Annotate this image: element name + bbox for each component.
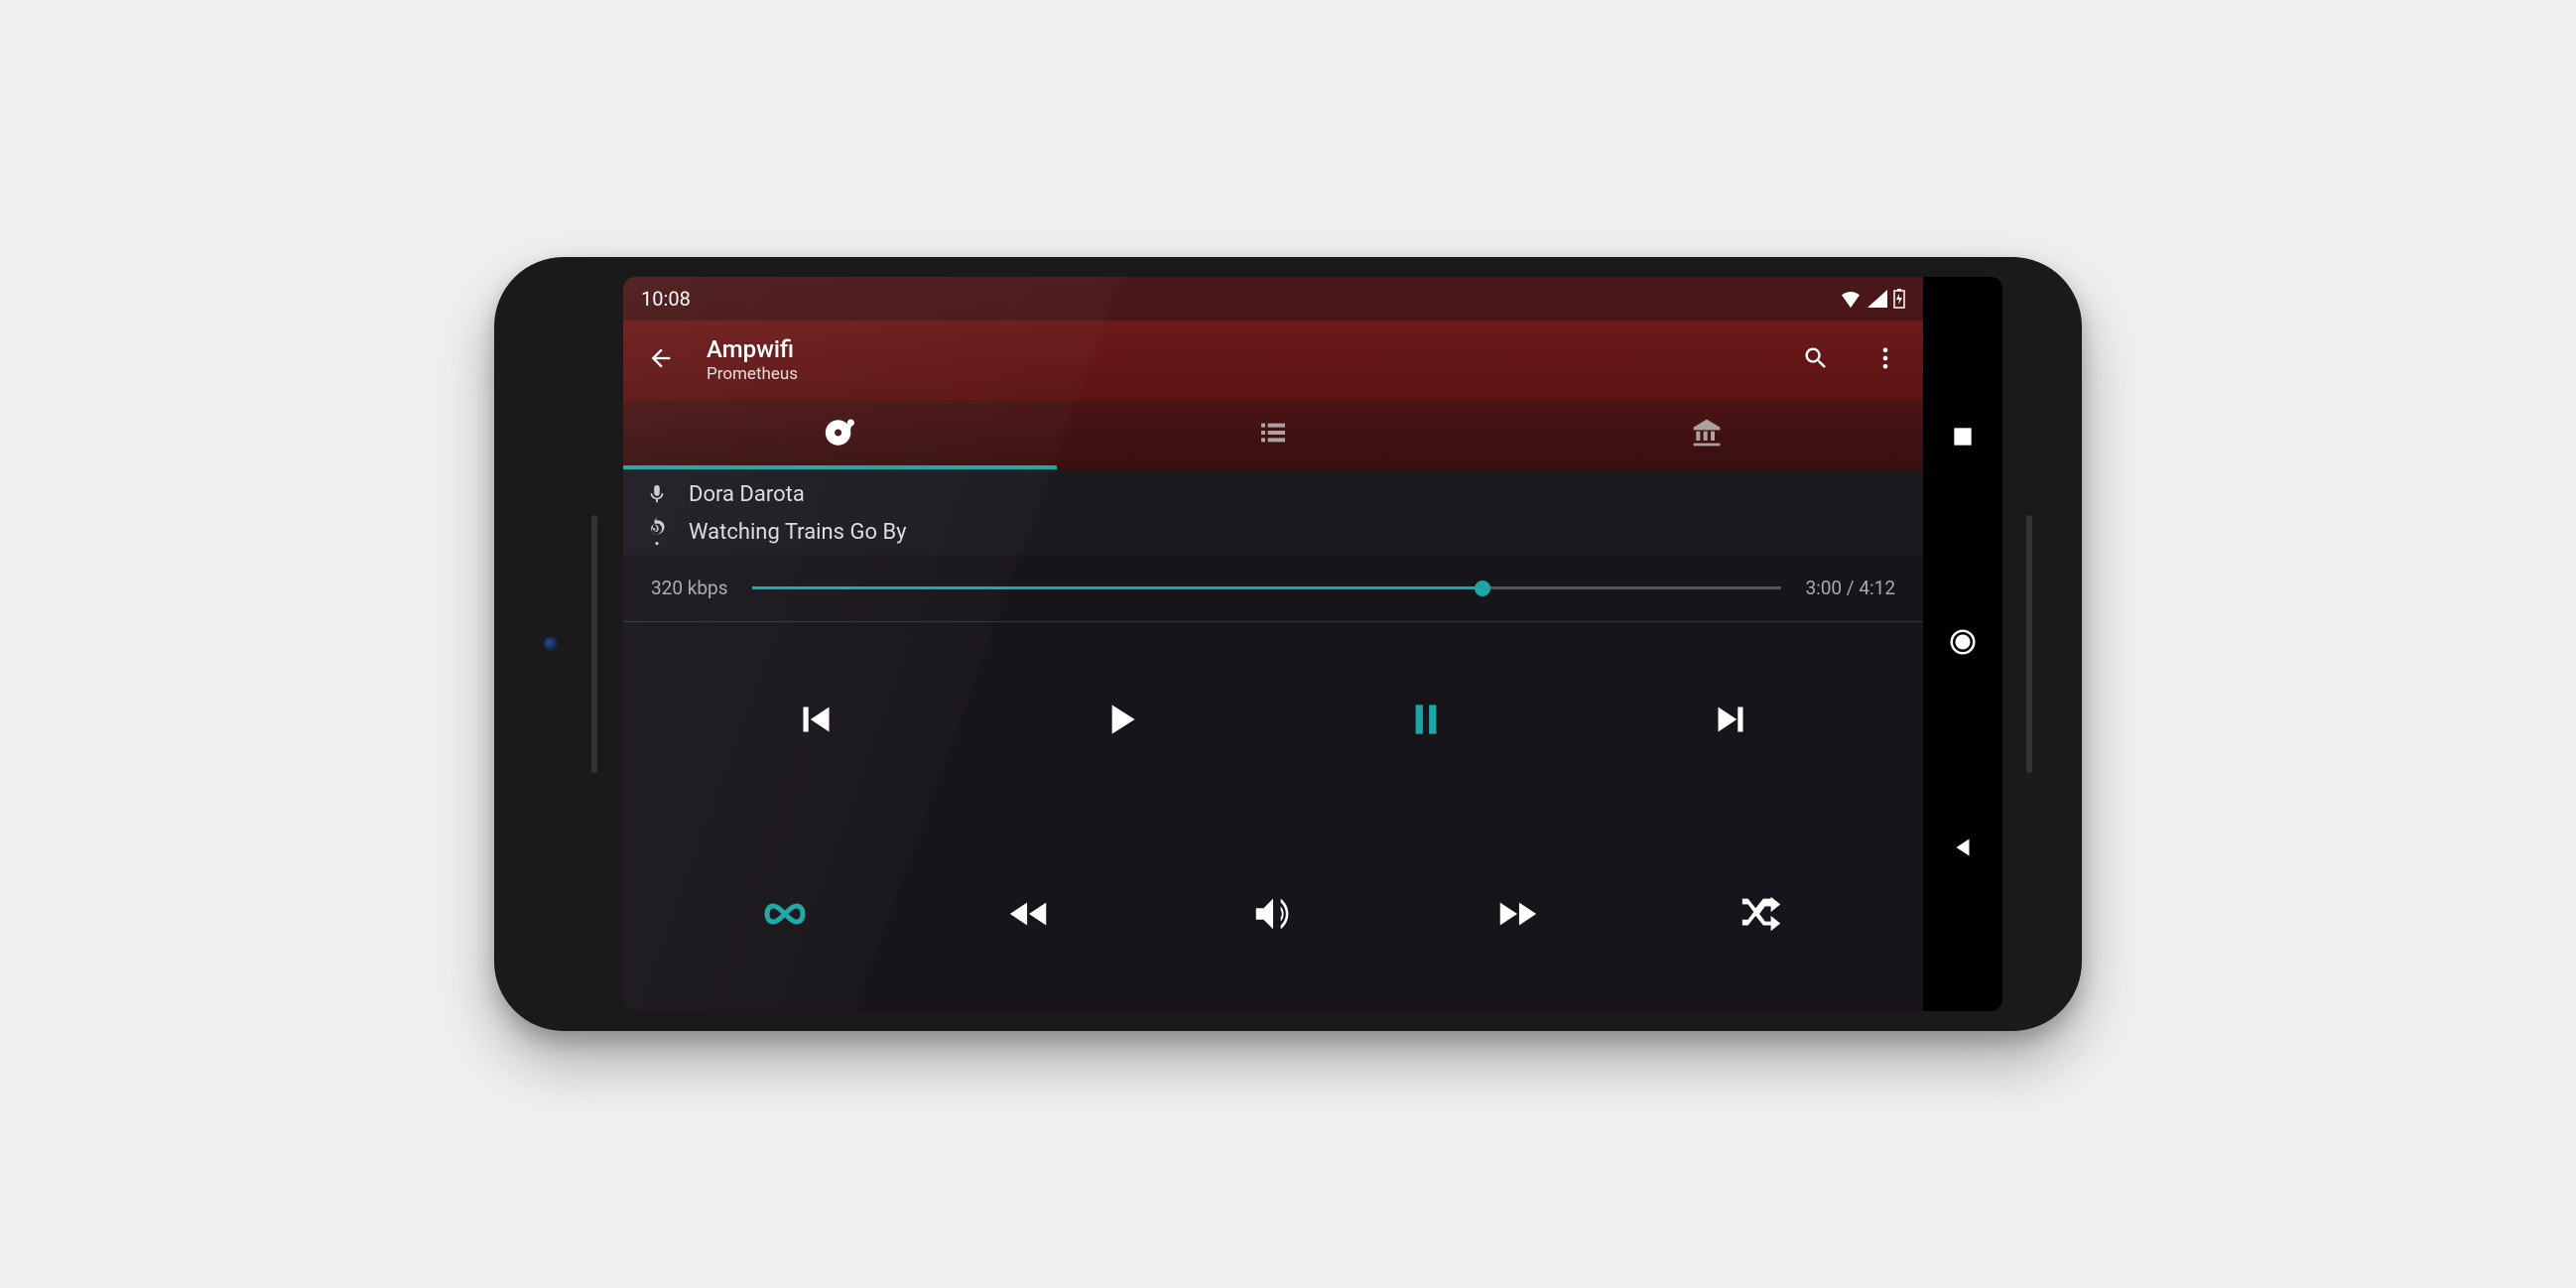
nav-back-button[interactable] xyxy=(1950,835,1976,864)
track-title: Watching Trains Go By xyxy=(689,520,907,545)
treble-clef-icon xyxy=(643,517,671,547)
bitrate-label: 320 kbps xyxy=(651,577,728,599)
fast-forward-icon xyxy=(1494,891,1540,937)
circle-icon xyxy=(1948,627,1978,657)
repeat-button[interactable] xyxy=(745,874,825,954)
artist-name: Dora Darota xyxy=(689,482,805,507)
shuffle-button[interactable] xyxy=(1722,874,1801,954)
play-icon xyxy=(1095,695,1145,744)
status-icons xyxy=(1840,289,1905,309)
fast-rewind-icon xyxy=(1006,891,1052,937)
battery-icon xyxy=(1893,289,1905,309)
nav-home-button[interactable] xyxy=(1948,627,1978,661)
screen: 10:08 Ampwifi Prometheus xyxy=(623,277,2002,1011)
speaker-grille xyxy=(2026,515,2032,773)
pause-button[interactable] xyxy=(1386,680,1466,759)
app-subtitle: Prometheus xyxy=(707,364,1770,384)
volume-icon xyxy=(1250,891,1296,937)
seek-thumb[interactable] xyxy=(1475,580,1490,596)
time-display: 3:00 / 4:12 xyxy=(1805,577,1895,599)
infinity-icon xyxy=(761,890,809,938)
volume-button[interactable] xyxy=(1233,874,1313,954)
progress-row: 320 kbps 3:00 / 4:12 xyxy=(623,555,1923,621)
back-button[interactable] xyxy=(637,334,685,386)
system-nav-bar xyxy=(1923,277,2002,1011)
tab-playlist[interactable] xyxy=(1057,400,1490,469)
seek-bar[interactable] xyxy=(752,586,1782,589)
overflow-menu-button[interactable] xyxy=(1862,334,1909,386)
triangle-back-icon xyxy=(1950,835,1976,860)
skip-previous-icon xyxy=(791,695,840,744)
nav-recents-button[interactable] xyxy=(1950,424,1976,453)
square-icon xyxy=(1950,424,1976,450)
tab-bar xyxy=(623,400,1923,469)
more-vert-icon xyxy=(1871,344,1899,372)
microphone-icon xyxy=(643,481,671,507)
status-bar: 10:08 xyxy=(623,277,1923,321)
tab-now-playing[interactable] xyxy=(623,400,1057,469)
status-time: 10:08 xyxy=(641,287,691,311)
tab-library[interactable] xyxy=(1489,400,1923,469)
artist-row[interactable]: Dora Darota xyxy=(643,481,1903,507)
app-title: Ampwifi xyxy=(707,335,1770,364)
signal-icon xyxy=(1868,290,1887,308)
forward-button[interactable] xyxy=(1478,874,1557,954)
previous-button[interactable] xyxy=(776,680,855,759)
library-icon xyxy=(1691,417,1723,449)
phone-frame: 10:08 Ampwifi Prometheus xyxy=(494,257,2082,1031)
search-button[interactable] xyxy=(1792,334,1840,386)
wifi-icon xyxy=(1840,290,1862,308)
speaker-grille xyxy=(591,515,597,773)
next-button[interactable] xyxy=(1691,680,1770,759)
app-bar: Ampwifi Prometheus xyxy=(623,321,1923,400)
rewind-button[interactable] xyxy=(989,874,1069,954)
pause-icon xyxy=(1401,695,1451,744)
disc-icon xyxy=(823,416,856,450)
skip-next-icon xyxy=(1706,695,1755,744)
arrow-back-icon xyxy=(647,344,675,372)
track-row[interactable]: Watching Trains Go By xyxy=(643,517,1903,547)
track-info: Dora Darota Watching Trains Go By xyxy=(623,469,1923,555)
search-icon xyxy=(1802,344,1830,372)
player-controls xyxy=(623,622,1923,1011)
list-icon xyxy=(1257,417,1289,449)
shuffle-icon xyxy=(1739,891,1784,937)
seek-fill xyxy=(752,586,1483,589)
play-button[interactable] xyxy=(1081,680,1160,759)
